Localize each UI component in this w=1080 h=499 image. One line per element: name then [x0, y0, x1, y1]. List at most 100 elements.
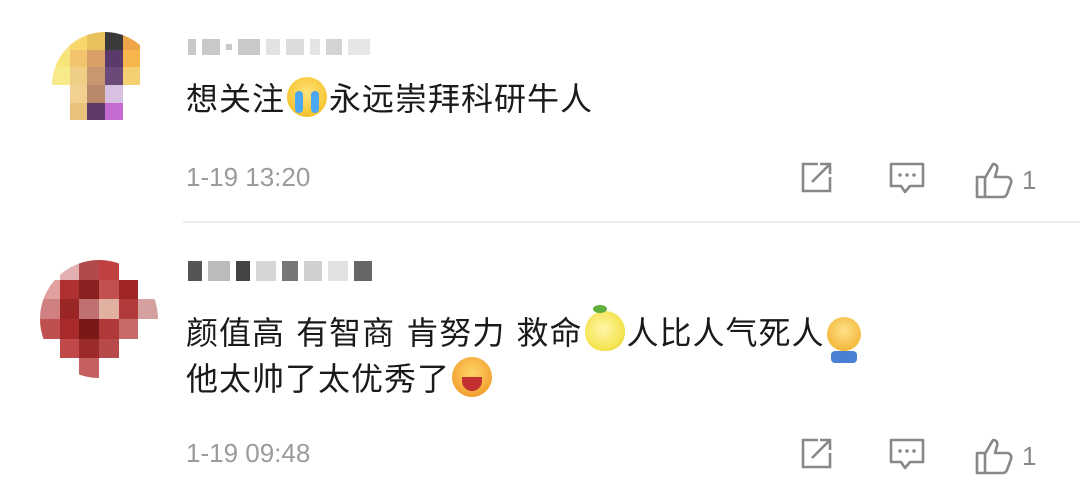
avatar-pixel: [59, 279, 80, 300]
avatar-pixel: [79, 279, 99, 300]
comment-text-part: 颜值高 有智商 肯努力 救命: [186, 314, 583, 352]
avatar-pixel: [87, 49, 105, 68]
avatar-pixel: [138, 358, 158, 378]
like-button[interactable]: 1: [974, 436, 1036, 476]
username-blurred[interactable]: [188, 36, 370, 58]
avatar-pixel: [79, 260, 99, 280]
avatar-pixel: [87, 120, 105, 138]
avatar-pixel: [79, 358, 99, 378]
avatar-pixel: [69, 32, 88, 50]
avatar-pixel: [98, 318, 119, 339]
dizzy-emoji-icon: [826, 317, 861, 363]
comment-item: 颜值高 有智商 肯努力 救命 人比人气死人 他太帅了太优秀了 1-19 09:48…: [0, 224, 1080, 499]
avatar-pixel: [104, 32, 123, 50]
avatar-pixel: [52, 102, 70, 121]
avatar-pixel: [69, 49, 88, 68]
avatar-pixel: [59, 358, 80, 378]
avatar-pixel: [59, 338, 80, 359]
avatar-pixel: [138, 260, 158, 280]
avatar-pixel: [69, 84, 88, 103]
avatar-pixel: [52, 49, 70, 68]
avatar-pixel: [138, 299, 158, 319]
like-count: 1: [1022, 164, 1037, 195]
yelling-emoji-icon: [452, 357, 493, 397]
avatar-pixel: [52, 84, 70, 103]
avatar-pixel: [98, 260, 119, 280]
avatar-pixel: [140, 84, 158, 103]
avatar-pixel: [79, 338, 99, 359]
avatar-pixel: [118, 318, 139, 339]
like-count: 1: [1022, 440, 1037, 471]
comment-text-part: 他太帅了太优秀了: [186, 360, 451, 398]
like-button[interactable]: 1: [974, 160, 1036, 200]
thumbs-up-icon: [975, 162, 1013, 199]
divider: [183, 221, 1080, 223]
avatar-pixel: [140, 120, 158, 138]
avatar-pixel: [52, 32, 70, 50]
avatar-pixel: [104, 67, 123, 85]
comment-text: 颜值高 有智商 肯努力 救命 人比人气死人 他太帅了太优秀了: [186, 305, 1040, 402]
comment-text-part: 永远崇拜科研牛人: [329, 80, 594, 118]
avatar-pixel: [69, 67, 88, 85]
avatar-pixel: [104, 49, 123, 68]
avatar-pixel: [87, 102, 105, 121]
avatar[interactable]: [52, 32, 158, 138]
avatar-pixel: [79, 299, 99, 319]
avatar-pixel: [69, 102, 88, 121]
comment-time: 1-19 13:20: [186, 162, 311, 192]
avatar-pixel: [98, 358, 119, 378]
avatar-pixel: [98, 299, 119, 319]
avatar-pixel: [104, 102, 123, 121]
avatar-pixel: [40, 299, 60, 319]
share-icon: [801, 162, 832, 193]
avatar-pixel: [87, 67, 105, 85]
avatar-pixel: [122, 49, 141, 68]
avatar-pixel: [122, 32, 141, 50]
avatar-pixel: [104, 84, 123, 103]
avatar-pixel: [118, 260, 139, 280]
avatar-pixel: [79, 318, 99, 339]
avatar-pixel: [118, 358, 139, 378]
share-icon: [801, 438, 832, 469]
username-blurred[interactable]: [188, 260, 372, 282]
comment-text-part: 人比人气死人: [626, 314, 825, 352]
avatar-pixel: [140, 49, 158, 68]
comment-icon: [889, 438, 925, 470]
avatar-pixel: [59, 260, 80, 280]
avatar-pixel: [118, 338, 139, 359]
avatar[interactable]: [40, 260, 158, 378]
avatar-pixel: [52, 67, 70, 85]
avatar-pixel: [138, 279, 158, 300]
comment-meta: 1-19 13:20 1: [186, 158, 1080, 200]
comment-icon: [889, 162, 925, 194]
reply-button[interactable]: [888, 436, 926, 472]
comment-text: 想关注 永远崇拜科研牛人: [186, 76, 1040, 122]
share-button[interactable]: [798, 436, 834, 472]
avatar-pixel: [118, 299, 139, 319]
avatar-pixel: [138, 318, 158, 339]
avatar-pixel: [59, 299, 80, 319]
avatar-pixel: [140, 32, 158, 50]
comment-time: 1-19 09:48: [186, 438, 311, 468]
avatar-pixel: [40, 318, 60, 339]
comment-meta: 1-19 09:48 1: [186, 434, 1080, 476]
avatar-pixel: [122, 67, 141, 85]
avatar-pixel: [40, 260, 60, 280]
avatar-pixel: [87, 32, 105, 50]
avatar-pixel: [122, 84, 141, 103]
avatar-pixel: [118, 279, 139, 300]
avatar-pixel: [138, 338, 158, 359]
avatar-pixel: [98, 338, 119, 359]
share-button[interactable]: [798, 160, 834, 196]
avatar-pixel: [140, 102, 158, 121]
avatar-pixel: [87, 84, 105, 103]
avatar-pixel: [40, 358, 60, 378]
comment-text-part: 想关注: [186, 80, 286, 118]
cry-emoji-icon: [287, 77, 328, 117]
avatar-pixel: [40, 279, 60, 300]
avatar-pixel: [98, 279, 119, 300]
reply-button[interactable]: [888, 160, 926, 196]
avatar-pixel: [122, 102, 141, 121]
avatar-pixel: [140, 67, 158, 85]
avatar-pixel: [59, 318, 80, 339]
